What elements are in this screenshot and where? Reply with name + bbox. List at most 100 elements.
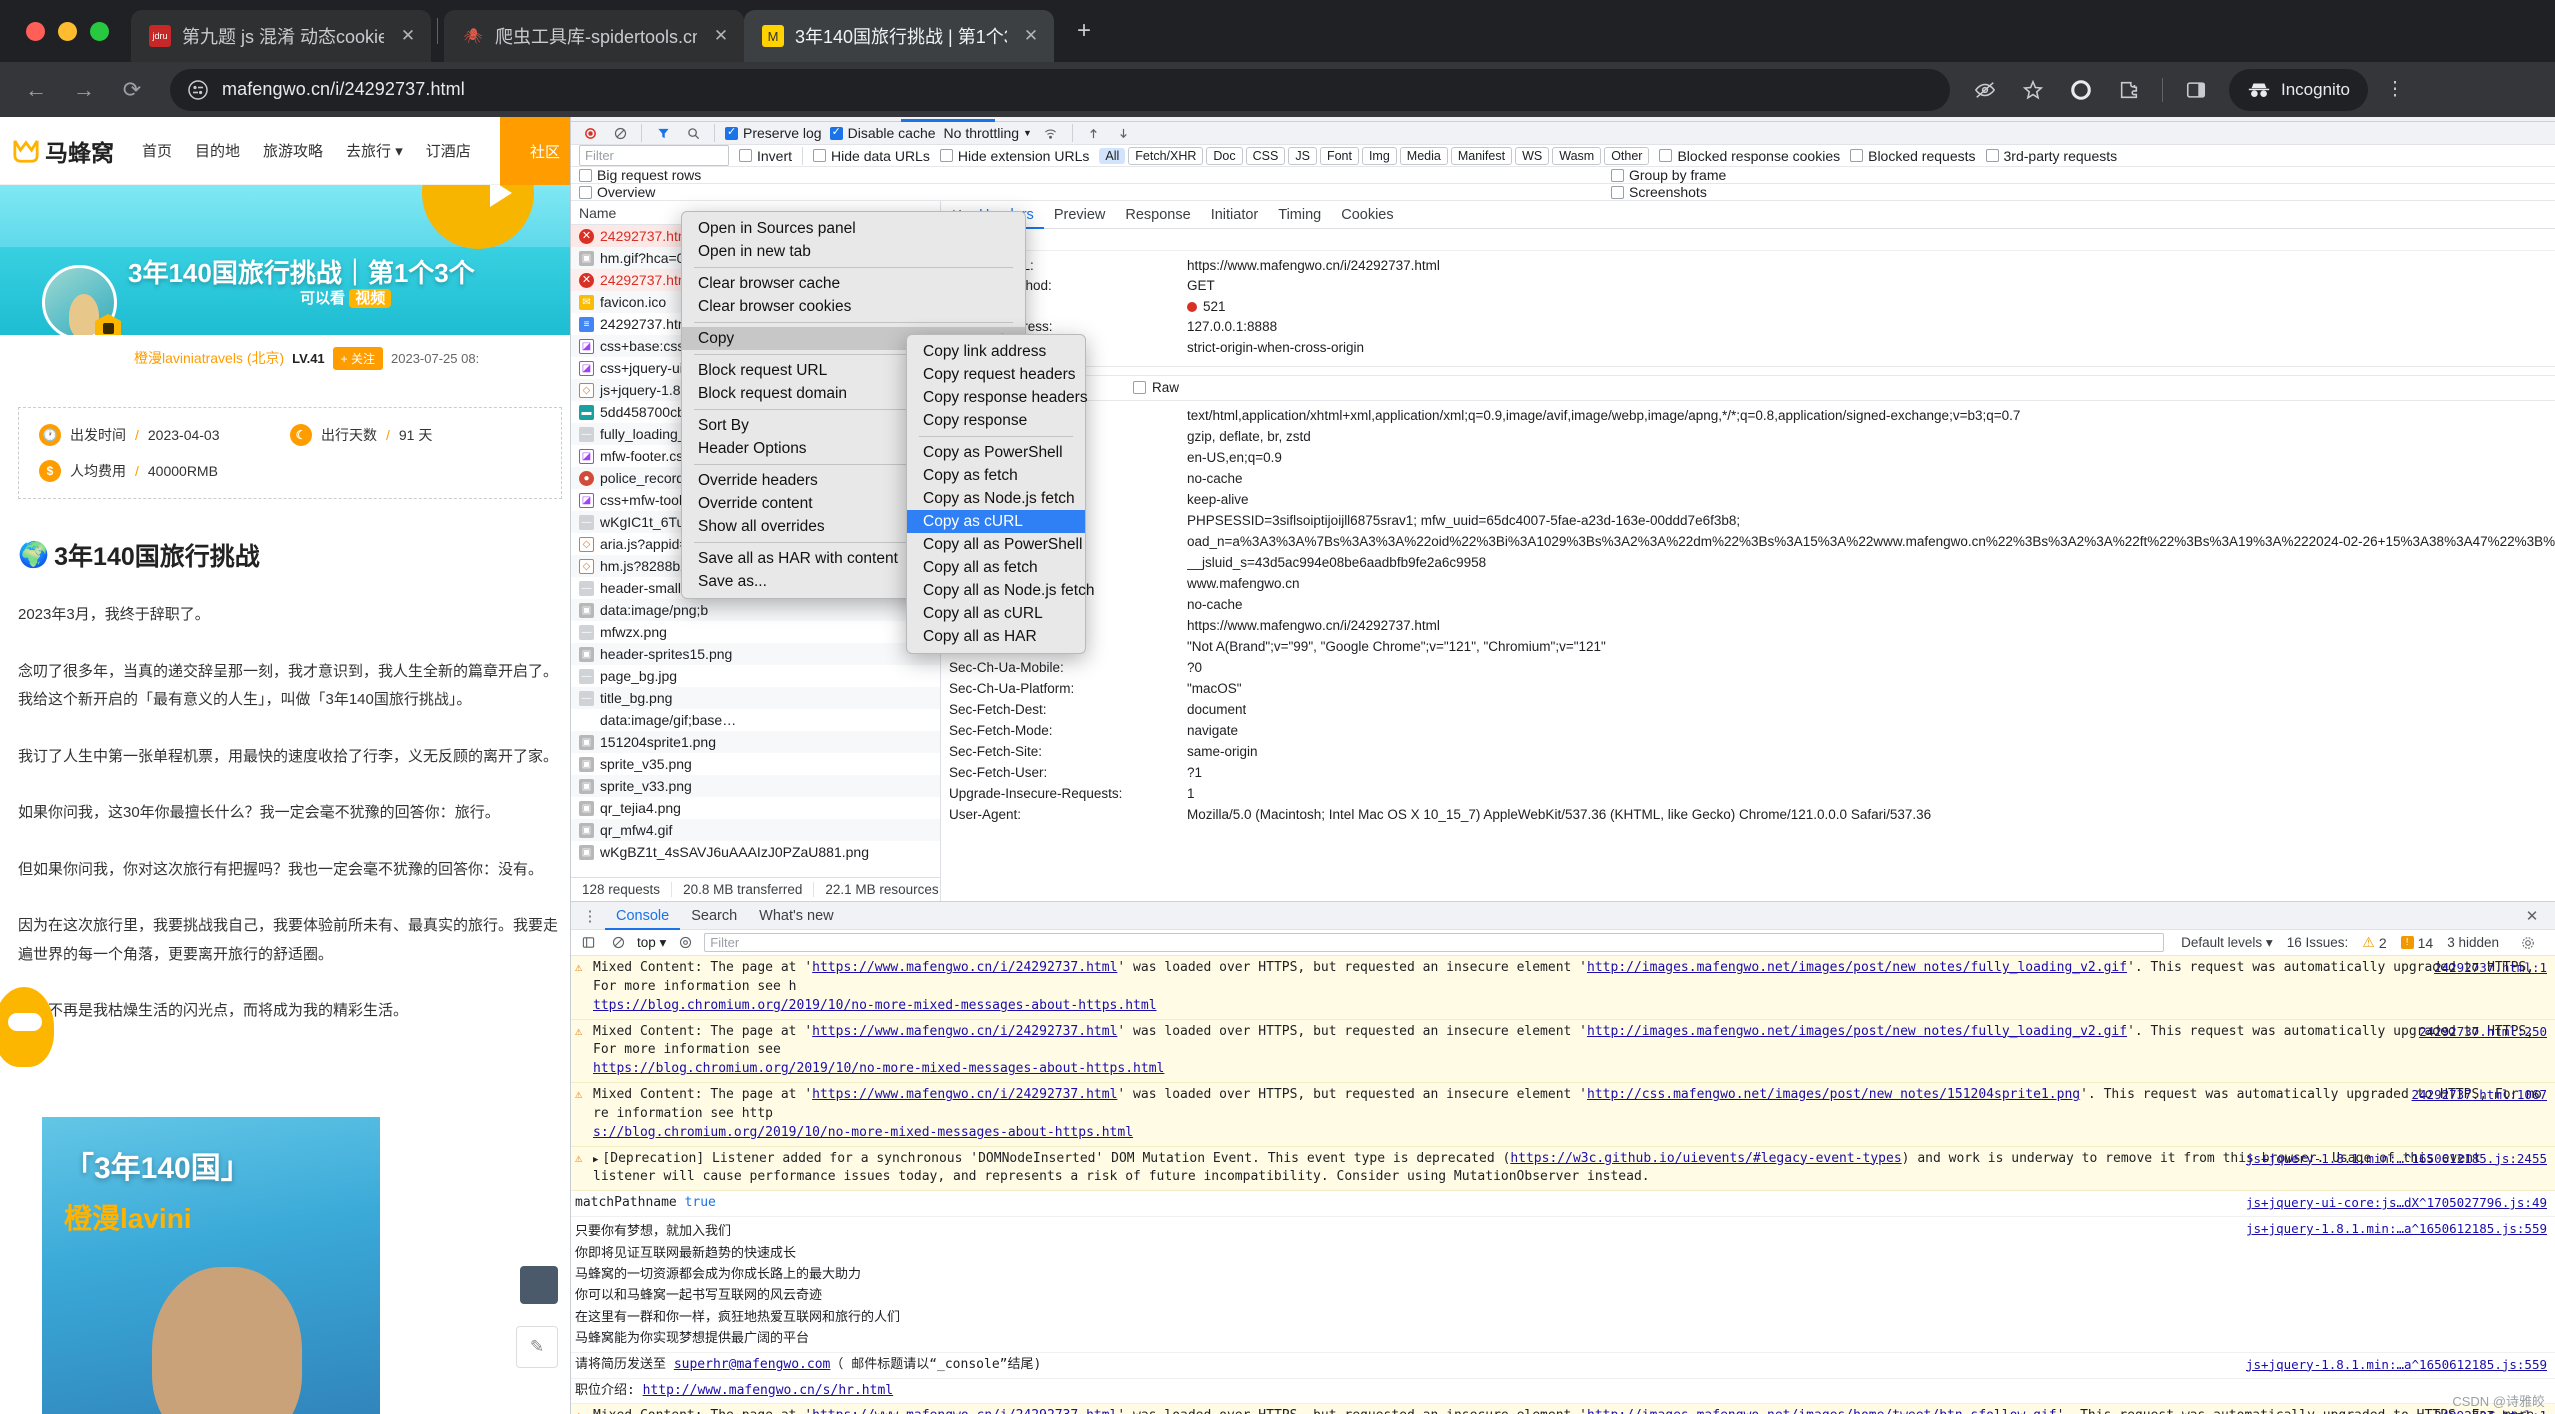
browser-tab-1-close[interactable]: ✕ <box>395 23 421 49</box>
request-row[interactable]: — mfwzx.png <box>571 621 940 643</box>
maximize-window-button[interactable] <box>90 21 109 41</box>
console-context-select[interactable]: top ▾ <box>637 935 666 951</box>
devtools-tab-recorder[interactable]: Recorder ⚗ <box>1468 117 1569 122</box>
close-window-button[interactable] <box>26 21 45 41</box>
menu-item[interactable]: Copy as cURL <box>907 510 1085 533</box>
network-filter-input[interactable]: Filter <box>579 145 729 166</box>
kebab-icon[interactable]: ⋮ <box>575 901 605 931</box>
screenshots-checkbox[interactable]: Screenshots <box>1611 184 1707 200</box>
filter-chip-ws[interactable]: WS <box>1515 146 1550 165</box>
blocked-requests-checkbox[interactable]: Blocked requests <box>1850 148 1976 164</box>
hidden-messages-label[interactable]: 3 hidden <box>2447 935 2499 950</box>
console-source-link[interactable]: js+jquery-1.8.1.min:…a^1650612185.js:559 <box>2246 1356 2547 1374</box>
console-link[interactable]: https://www.mafengwo.cn/i/24292737.html <box>812 1024 1117 1039</box>
console-message[interactable]: ⚠ ▶ [Deprecation] Listener added for a syn… <box>571 1146 2555 1192</box>
browser-menu-icon[interactable]: ⋮ <box>2374 69 2416 111</box>
drawer-err-count[interactable]: ! 14 <box>2400 935 2433 951</box>
detail-tab-preview[interactable]: Preview <box>1044 201 1116 229</box>
throttling-select[interactable]: No throttling ▼ <box>944 125 1032 141</box>
browser-tab-3[interactable]: M 3年140国旅行挑战 | 第1个3个 ✕ <box>744 10 1054 62</box>
site-settings-icon[interactable] <box>188 79 208 100</box>
console-link[interactable]: superhr@mafengwo.com <box>674 1357 831 1372</box>
devtools-tab-console[interactable]: Console <box>739 117 818 122</box>
profile-avatar[interactable] <box>2060 69 2102 111</box>
devtools-tab-security[interactable]: Security <box>1289 117 1367 122</box>
export-arrow-icon[interactable] <box>1113 122 1135 144</box>
general-section-header[interactable]: ▼ General <box>941 229 2555 251</box>
default-levels-select[interactable]: Default levels ▾ <box>2181 935 2273 951</box>
side-panel-icon[interactable] <box>2175 69 2217 111</box>
console-message[interactable]: ⚠ Mixed Content: The page at 'https://www… <box>571 956 2555 1020</box>
console-link[interactable]: s://blog.chromium.org/2019/10/no-more-mi… <box>593 1125 1133 1140</box>
invert-checkbox[interactable]: Invert <box>739 148 792 164</box>
console-source-link[interactable]: js+jquery-1.8.1.min:…^1650612185.js:2455 <box>2246 1150 2547 1168</box>
menu-item[interactable]: Copy as fetch <box>907 464 1085 487</box>
star-icon[interactable] <box>2012 69 2054 111</box>
filter-chip-all[interactable]: All <box>1099 147 1126 164</box>
menu-item[interactable]: Copy request headers <box>907 363 1085 386</box>
clear-icon[interactable] <box>609 122 631 144</box>
menu-item[interactable]: Open in Sources panel <box>682 217 1025 240</box>
request-row[interactable]: ▣ sprite_v35.png <box>571 753 940 775</box>
console-message[interactable]: matchPathname true js+jquery-ui-core:js…d… <box>571 1191 2555 1218</box>
filter-chip-manifest[interactable]: Manifest <box>1450 146 1513 165</box>
incognito-indicator[interactable]: Incognito <box>2229 68 2368 111</box>
devtools-tab-elements[interactable]: Elements <box>650 117 737 122</box>
nav-item-guides[interactable]: 旅游攻略 <box>263 140 323 161</box>
menu-item[interactable]: Copy response <box>907 409 1085 432</box>
menu-item[interactable]: Open in new tab <box>682 240 1025 263</box>
console-source-link[interactable]: js+jquery-ui-core:js…dX^1705027796.js:49 <box>2246 1194 2547 1212</box>
overview-checkbox[interactable]: Overview <box>579 184 655 200</box>
console-filter-input[interactable]: Filter <box>704 933 2165 952</box>
filter-chip-js[interactable]: JS <box>1288 146 1317 165</box>
filter-chip-css[interactable]: CSS <box>1245 146 1286 165</box>
browser-tab-3-close[interactable]: ✕ <box>1018 23 1044 49</box>
console-link[interactable]: http://www.mafengwo.cn/s/hr.html <box>643 1383 893 1398</box>
menu-item[interactable]: Copy all as fetch <box>907 556 1085 579</box>
console-message[interactable]: 只要你有梦想，就加入我们 你即将见证互联网最新趋势的快速成长 马蜂窝的一切资源都会成… <box>571 1217 2555 1353</box>
console-source-link[interactable]: 24292737.html:1067 <box>2412 1086 2547 1104</box>
big-request-rows-checkbox[interactable]: Big request rows <box>579 167 701 183</box>
filter-chip-other[interactable]: Other <box>1604 146 1650 165</box>
address-bar[interactable]: mafengwo.cn/i/24292737.html <box>170 68 1950 111</box>
console-source-link[interactable]: 24292737.html:1 <box>2434 959 2547 977</box>
menu-item[interactable]: Copy link address <box>907 340 1085 363</box>
request-row[interactable]: ▣ 151204sprite1.png <box>571 731 940 753</box>
console-link[interactable]: http://images.mafengwo.net/images/post/n… <box>1587 1024 2127 1039</box>
disable-cache-checkbox[interactable]: Disable cache <box>829 125 936 141</box>
expand-triangle-icon[interactable]: ▶ <box>593 1155 598 1165</box>
menu-item[interactable]: Copy response headers <box>907 386 1088 409</box>
request-row[interactable]: data:image/gif;base… <box>571 709 940 731</box>
request-row[interactable]: ▣ data:image/png;b <box>571 599 940 621</box>
menu-item[interactable]: Clear browser cookies <box>682 295 1025 318</box>
console-link[interactable]: http://images.mafengwo.net/images/home/t… <box>1587 1408 2057 1414</box>
hide-extension-urls-checkbox[interactable]: Hide extension URLs <box>939 148 1089 164</box>
request-row[interactable]: — page_bg.jpg <box>571 665 940 687</box>
request-row[interactable]: ▣ wKgBZ1t_4sSAVJ6uAAAIzJ0PZaU881.png <box>571 841 940 863</box>
record-icon[interactable] <box>579 122 601 144</box>
menu-item[interactable]: Copy all as PowerShell <box>907 533 1085 556</box>
request-row[interactable]: — title_bg.png <box>571 687 940 709</box>
write-note-button[interactable]: ✎ <box>516 1326 558 1368</box>
window-controls[interactable] <box>18 0 131 62</box>
devtools-tab-lighthouse[interactable]: Lighthouse <box>1369 117 1466 122</box>
nav-item-travel[interactable]: 去旅行 ▾ <box>346 140 403 161</box>
request-row[interactable]: ▣ header-sprites15.png <box>571 643 940 665</box>
detail-tab-cookies[interactable]: Cookies <box>1331 201 1403 229</box>
drawer-tab-console[interactable]: Console <box>605 902 680 930</box>
console-source-link[interactable]: 24292737.html:250 <box>2419 1023 2547 1041</box>
drawer-tab-whats-new[interactable]: What's new <box>748 902 845 930</box>
menu-item[interactable]: Copy as Node.js fetch <box>907 487 1085 510</box>
console-link[interactable]: https://blog.chromium.org/2019/10/no-mor… <box>593 1061 1164 1076</box>
console-message[interactable]: ⚠ Mixed Content: The page at 'https://www… <box>571 1083 2555 1147</box>
browser-tab-2-close[interactable]: ✕ <box>708 23 734 49</box>
filter-chip-img[interactable]: Img <box>1361 146 1397 165</box>
console-link[interactable]: ttps://blog.chromium.org/2019/10/no-more… <box>593 998 1157 1013</box>
search-icon[interactable] <box>682 122 704 144</box>
filter-chip-font[interactable]: Font <box>1319 146 1359 165</box>
nav-item-destination[interactable]: 目的地 <box>195 140 240 161</box>
devtools-tab-memory[interactable]: Memory <box>1109 117 1187 122</box>
console-link[interactable]: http://images.mafengwo.net/images/post/n… <box>1587 960 2127 975</box>
console-message[interactable]: 请将简历发送至 superhr@mafengwo.com（ 邮件标题请以“_co… <box>571 1352 2555 1379</box>
console-link[interactable]: https://www.mafengwo.cn/i/24292737.html <box>812 1408 1117 1414</box>
